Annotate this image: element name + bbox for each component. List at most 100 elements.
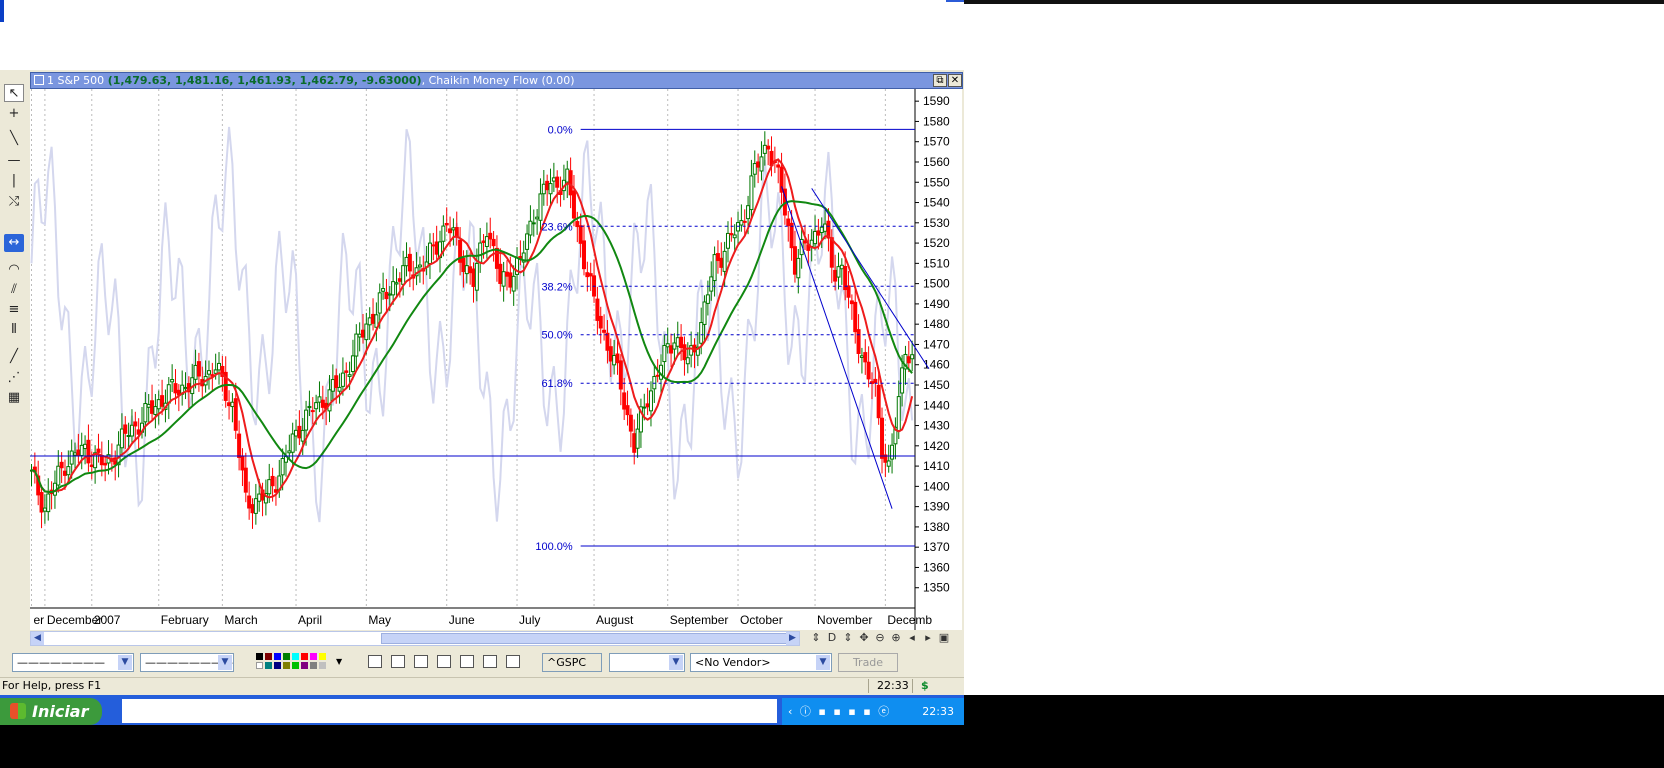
candle-body <box>732 234 737 239</box>
window-layout-icon[interactable] <box>414 655 428 668</box>
candle-body <box>642 406 647 409</box>
chart-title-bar[interactable]: 1 S&P 500 (1,479.63, 1,481.16, 1,461.93,… <box>30 72 963 89</box>
candle-body <box>665 343 670 348</box>
candle-body <box>789 222 794 249</box>
line-width-dropdown[interactable]: ———————— ▼ <box>140 653 234 672</box>
nav-button[interactable]: ⊖ <box>872 631 888 644</box>
window-layout-icon[interactable] <box>506 655 520 668</box>
candle-body <box>615 353 620 364</box>
screen-bottom <box>0 725 1664 768</box>
drawing-toolbar: ↖ + ╲ — | ⤭ ↔ ◠ ⫽ ≡ ⦀ ╱ ⋰ ▦ <box>0 80 28 410</box>
candle-body <box>669 345 674 354</box>
candle-body <box>474 262 479 291</box>
window-layout-icon[interactable] <box>437 655 451 668</box>
chevron-down-icon[interactable]: ▼ <box>336 657 342 666</box>
trade-button[interactable]: Trade <box>838 653 898 672</box>
chevron-down-icon[interactable]: ▼ <box>218 655 232 670</box>
candle-body <box>652 375 657 390</box>
candle-body <box>662 345 667 363</box>
candle-body <box>896 396 901 432</box>
candle-body <box>39 492 44 513</box>
candle-body <box>166 384 171 404</box>
candle-body <box>227 402 232 407</box>
symbol-field[interactable]: ^GSPC <box>542 653 602 672</box>
candle-body <box>488 232 493 240</box>
window-layout-icon[interactable] <box>460 655 474 668</box>
candle-body <box>501 271 506 287</box>
candle-body <box>354 333 359 357</box>
nav-button[interactable]: ⊕ <box>888 631 904 644</box>
scroll-right-icon[interactable]: ▶ <box>786 632 799 645</box>
y-tick-label: 1560 <box>923 155 950 169</box>
chevron-down-icon[interactable]: ▼ <box>118 655 132 670</box>
scroll-left-icon[interactable]: ◀ <box>31 632 44 645</box>
vendor-dropdown[interactable]: <No Vendor> ▼ <box>690 653 832 672</box>
candle-body <box>531 222 536 225</box>
nav-button[interactable]: D <box>824 631 840 644</box>
candle-body <box>89 464 94 468</box>
grid-icon[interactable]: ▦ <box>4 389 24 407</box>
chart-area[interactable]: er December 2007 February March April May June J… <box>29 89 962 630</box>
tray-icons[interactable]: ‹ ⓘ ▪ ▪ ▪ ▪ ⓔ <box>788 698 891 725</box>
candle-body <box>910 354 915 360</box>
x-tick-label: Decemb <box>887 613 932 627</box>
window-layout-icon[interactable] <box>391 655 405 668</box>
candle-body <box>42 507 47 512</box>
pointer-icon[interactable]: ↖ <box>4 84 24 102</box>
y-tick-label: 1440 <box>923 398 950 412</box>
candle-body <box>876 384 881 419</box>
window-layout-icon[interactable] <box>368 655 382 668</box>
candle-body <box>481 240 486 244</box>
tray-clock: 22:33 <box>922 705 954 718</box>
candle-body <box>153 406 158 415</box>
candle-body <box>578 225 583 244</box>
candle-body <box>645 403 650 408</box>
candle-body <box>816 230 821 236</box>
status-separator <box>868 679 869 693</box>
line-style-dropdown[interactable]: ———————— ▼ <box>12 653 134 672</box>
candle-body <box>796 257 801 279</box>
trendline-icon[interactable]: ╲ <box>4 130 24 148</box>
scroll-icon[interactable]: ↔ <box>4 234 24 252</box>
taskbar-window-area[interactable] <box>122 699 777 723</box>
y-tick-label: 1360 <box>923 560 950 574</box>
nav-button[interactable]: ✥ <box>856 631 872 644</box>
scroll-thumb[interactable] <box>381 633 796 644</box>
candle-body <box>759 156 764 172</box>
candle-body <box>143 403 148 423</box>
fan-icon[interactable]: ⫽ <box>4 281 24 299</box>
chevron-down-icon[interactable]: ▼ <box>816 655 830 670</box>
fib-retracement-icon[interactable]: ≡ <box>4 301 24 319</box>
fib-time-icon[interactable]: ⦀ <box>4 321 24 339</box>
nav-button[interactable]: ▸ <box>920 631 936 644</box>
candle-body <box>548 183 553 195</box>
window-layout-icon[interactable] <box>483 655 497 668</box>
candle-body <box>267 479 272 495</box>
chevron-down-icon[interactable]: ▼ <box>669 655 683 670</box>
status-separator <box>912 679 913 693</box>
horizontal-scrollbar[interactable]: ◀ ▶ <box>30 631 800 646</box>
gann-icon[interactable]: ⋰ <box>4 369 24 387</box>
nav-button[interactable]: ⇕ <box>808 631 824 644</box>
status-time: 22:33 <box>877 679 909 692</box>
candle-body <box>725 232 730 249</box>
period-dropdown[interactable]: ▼ <box>609 653 685 672</box>
nav-button[interactable]: ◂ <box>904 631 920 644</box>
candle-body <box>833 269 838 282</box>
nav-button[interactable]: ⇕ <box>840 631 856 644</box>
nav-button[interactable]: ▣ <box>936 631 952 644</box>
restore-button[interactable]: ⧉ <box>933 74 947 87</box>
candle-body <box>230 401 235 408</box>
candle-body <box>853 301 858 333</box>
line-icon[interactable]: ╱ <box>4 348 24 366</box>
close-button[interactable]: ✕ <box>948 74 962 87</box>
crosshair-icon[interactable]: + <box>4 105 24 123</box>
color-palette[interactable]: ▼ <box>256 653 342 673</box>
candle-body <box>715 253 720 262</box>
arc-icon[interactable]: ◠ <box>4 261 24 279</box>
vertical-line-icon[interactable]: | <box>4 172 24 190</box>
symbol-value: ^GSPC <box>547 656 587 669</box>
cycle-icon[interactable]: ⤭ <box>4 193 24 211</box>
horizontal-line-icon[interactable]: — <box>4 152 24 170</box>
start-button[interactable]: Iniciar <box>0 698 102 725</box>
